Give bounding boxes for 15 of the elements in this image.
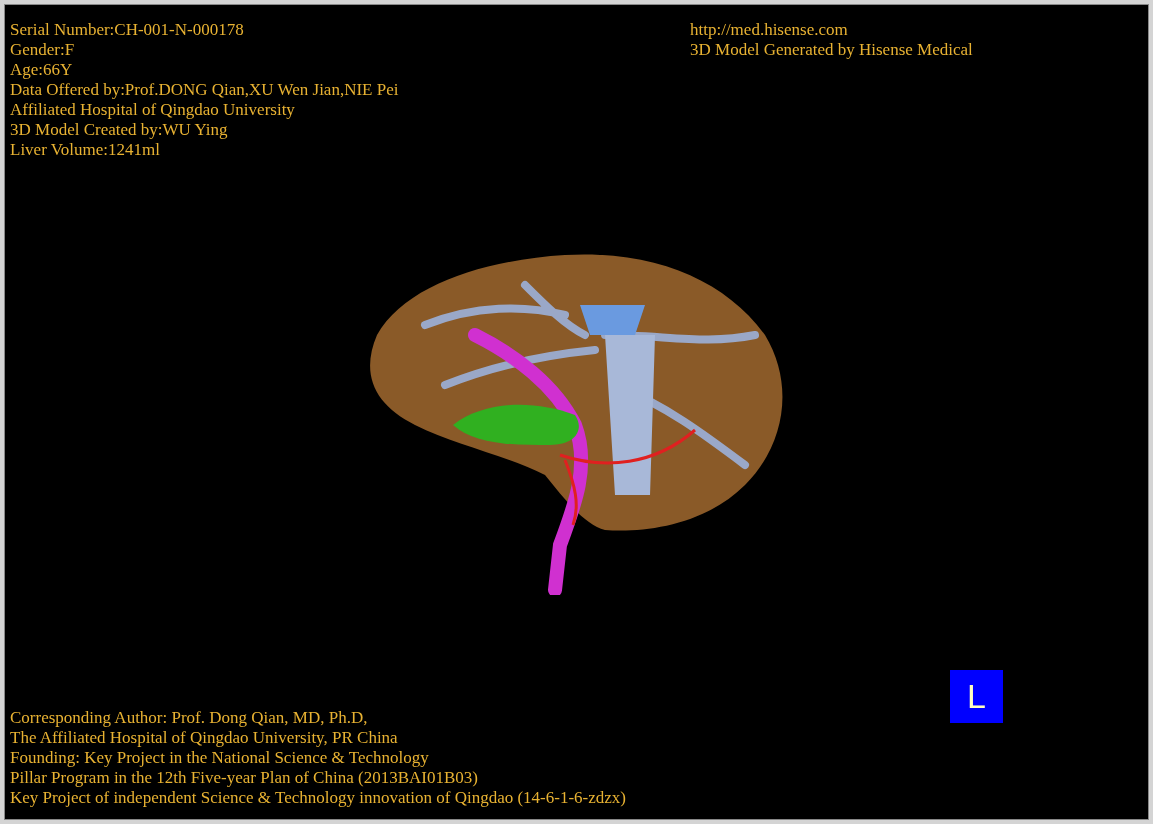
info-line: Age:66Y: [10, 60, 74, 80]
info-line: 3D Model Created by:WU Ying: [10, 120, 229, 140]
info-line: Gender:F: [10, 40, 76, 60]
info-line: Serial Number:CH-001-N-000178: [10, 20, 245, 40]
credit-line: Key Project of independent Science & Technology innovation of Qingdao (14-6-1-6-zdzx): [10, 788, 626, 808]
credit-line: Corresponding Author: Prof. Dong Qian, MD, Ph.D,: [10, 708, 369, 728]
info-line: Liver Volume:1241ml: [10, 140, 161, 160]
orientation-badge: L: [950, 670, 1003, 723]
credit-line: Pillar Program in the 12th Five-year Plan of China (2013BAI01B03): [10, 768, 479, 788]
info-line: Data Offered by:Prof.DONG Qian,XU Wen Jian,NIE Pei: [10, 80, 399, 100]
credit-line: The Affiliated Hospital of Qingdao University, PR China: [10, 728, 399, 748]
credit-line: Founding: Key Project in the National Science & Technology: [10, 748, 430, 768]
info-line: 3D Model Generated by Hisense Medical: [690, 40, 973, 60]
info-line: Affiliated Hospital of Qingdao University: [10, 100, 296, 120]
info-line: http://med.hisense.com: [690, 20, 849, 40]
